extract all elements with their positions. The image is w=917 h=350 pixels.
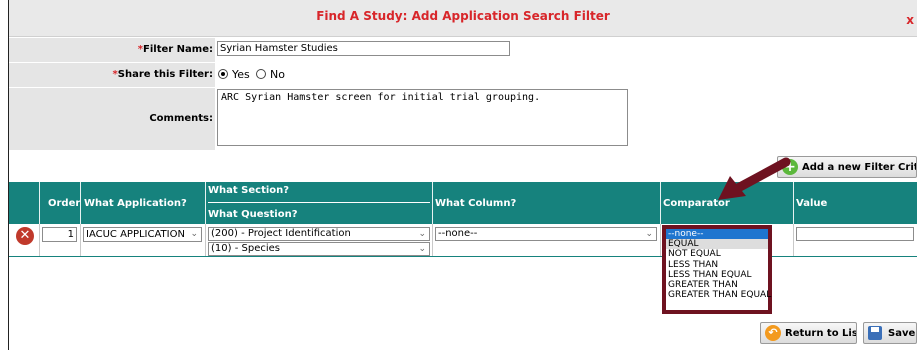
share-yes-radio[interactable] xyxy=(218,69,228,79)
delete-row-icon[interactable]: ✕ xyxy=(16,227,34,245)
column-select[interactable]: --none-- ⌄ xyxy=(435,227,657,241)
column-header: What Column? xyxy=(435,198,517,209)
comparator-option[interactable]: LESS THAN xyxy=(666,260,768,270)
return-arrow-icon: ↶ xyxy=(765,325,781,341)
chevron-down-icon: ⌄ xyxy=(645,229,653,239)
share-no-label: No xyxy=(270,68,285,81)
comparator-option[interactable]: EQUAL xyxy=(666,239,768,250)
comparator-option[interactable]: NOT EQUAL xyxy=(666,249,768,259)
application-select[interactable]: IACUC APPLICATION ⌄ xyxy=(83,227,202,242)
section-question-divider xyxy=(208,202,430,203)
filter-name-label: *Filter Name: xyxy=(9,38,215,62)
order-input[interactable]: 1 xyxy=(42,227,77,242)
share-filter-label: *Share this Filter: xyxy=(9,63,215,87)
share-yes-label: Yes xyxy=(232,68,250,81)
chevron-down-icon: ⌄ xyxy=(190,229,198,239)
filter-name-input[interactable]: Syrian Hamster Studies xyxy=(217,41,510,56)
comparator-option[interactable]: --none-- xyxy=(666,229,768,240)
chevron-down-icon: ⌄ xyxy=(418,244,426,254)
value-header: Value xyxy=(796,198,828,209)
comparator-option[interactable]: GREATER THAN EQUAL xyxy=(666,290,771,300)
title-bar: Find A Study: Add Application Search Fil… xyxy=(9,0,917,37)
comparator-dropdown[interactable]: --none-- EQUAL NOT EQUAL LESS THAN LESS … xyxy=(662,225,772,314)
chevron-down-icon: ⌄ xyxy=(418,229,426,239)
application-header: What Application? xyxy=(84,198,187,209)
question-header: What Question? xyxy=(208,209,298,220)
comparator-option[interactable]: GREATER THAN xyxy=(666,280,768,290)
section-select[interactable]: (200) - Project Identification ⌄ xyxy=(208,227,430,241)
section-header: What Section? xyxy=(208,185,290,196)
page-title: Find A Study: Add Application Search Fil… xyxy=(316,9,610,23)
comparator-option[interactable]: LESS THAN EQUAL xyxy=(666,270,768,280)
return-to-list-button[interactable]: ↶ Return to List xyxy=(760,322,857,344)
save-button[interactable]: Save xyxy=(863,322,917,344)
annotation-arrow xyxy=(718,157,791,200)
row-bottom-border xyxy=(9,256,917,257)
order-header: Order xyxy=(48,198,81,209)
comments-label: Comments: xyxy=(9,88,215,150)
question-select[interactable]: (10) - Species ⌄ xyxy=(208,242,430,256)
close-button[interactable]: x xyxy=(906,13,914,27)
comments-textarea[interactable]: ARC Syrian Hamster screen for initial tr… xyxy=(217,89,628,146)
share-no-radio[interactable] xyxy=(256,69,266,79)
value-input[interactable] xyxy=(796,227,914,241)
